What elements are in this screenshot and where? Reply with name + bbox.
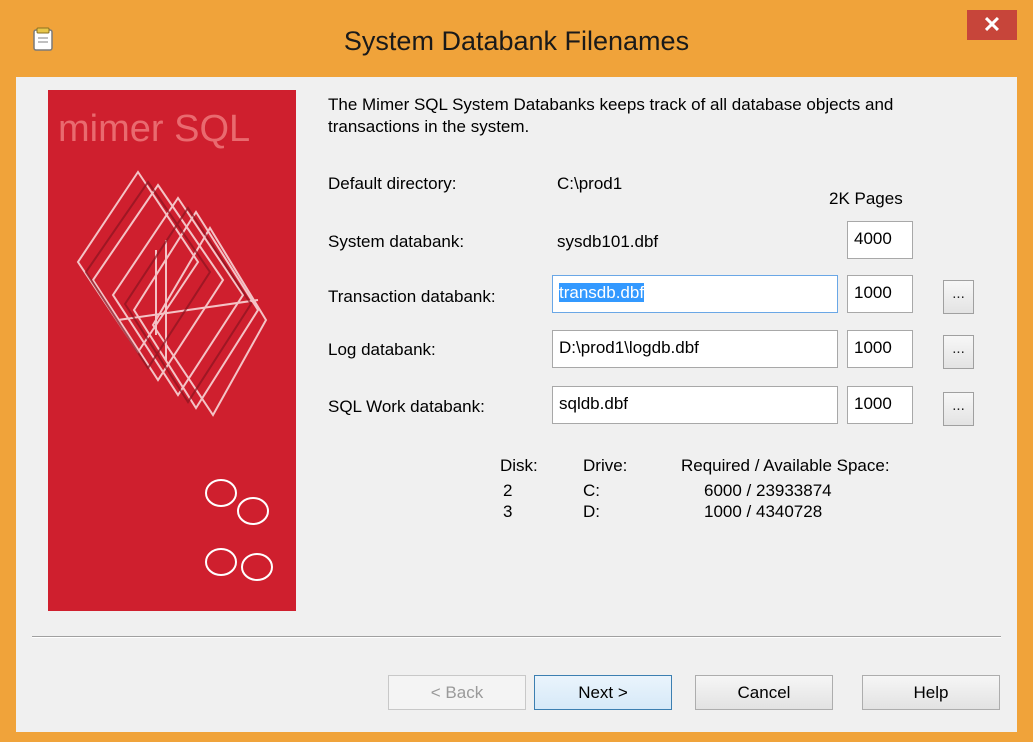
log-databank-input[interactable]: D:\prod1\logdb.dbf — [552, 330, 838, 368]
cancel-button[interactable]: Cancel — [695, 675, 833, 710]
log-databank-label: Log databank: — [328, 340, 436, 359]
transaction-databank-text: transdb.dbf — [559, 283, 645, 302]
back-button[interactable]: < Back — [388, 675, 526, 710]
close-button[interactable]: ✕ — [967, 10, 1017, 40]
system-databank-label: System databank: — [328, 232, 465, 251]
dialog-window: System Databank Filenames ✕ mimer SQL Th… — [0, 0, 1033, 742]
dialog-body: mimer SQL The Mimer SQL System Databanks… — [16, 77, 1017, 732]
close-icon: ✕ — [982, 12, 1002, 37]
system-databank-value: sysdb101.dbf — [557, 232, 659, 251]
mimer-banner-image: mimer SQL — [48, 90, 296, 611]
sqlwork-databank-label: SQL Work databank: — [328, 397, 485, 416]
disk-row-space: 1000 / 4340728 — [704, 502, 823, 521]
description-text: The Mimer SQL System Databanks keeps tra… — [328, 95, 894, 136]
log-browse-button[interactable]: ... — [943, 335, 974, 369]
sqlwork-pages-input[interactable]: 1000 — [847, 386, 913, 424]
bubbles-graphic-icon — [205, 479, 273, 581]
next-button[interactable]: Next > — [534, 675, 672, 710]
transaction-databank-input[interactable]: transdb.dbf — [552, 275, 838, 313]
transaction-browse-button[interactable]: ... — [943, 280, 974, 314]
disk-row-disk: 3 — [503, 502, 513, 521]
pages-header: 2K Pages — [829, 189, 903, 208]
transaction-databank-label: Transaction databank: — [328, 287, 496, 306]
disk-row-drive: C: — [583, 481, 600, 500]
disk-header: Disk: — [500, 456, 538, 475]
transaction-pages-input[interactable]: 1000 — [847, 275, 913, 313]
help-button[interactable]: Help — [862, 675, 1000, 710]
title-bar: System Databank Filenames ✕ — [0, 0, 1033, 77]
default-directory-value: C:\prod1 — [557, 174, 623, 193]
system-pages-input[interactable]: 4000 — [847, 221, 913, 259]
disk-row-disk: 2 — [503, 481, 513, 500]
disk-row-space: 6000 / 23933874 — [704, 481, 832, 500]
default-directory-label: Default directory: — [328, 174, 457, 193]
disk-row-drive: D: — [583, 502, 600, 521]
separator-line — [32, 636, 1001, 638]
window-title: System Databank Filenames — [343, 26, 690, 56]
log-pages-input[interactable]: 1000 — [847, 330, 913, 368]
drive-header: Drive: — [583, 456, 628, 475]
sqlwork-browse-button[interactable]: ... — [943, 392, 974, 426]
space-header: Required / Available Space: — [681, 456, 890, 475]
sqlwork-databank-input[interactable]: sqldb.dbf — [552, 386, 838, 424]
